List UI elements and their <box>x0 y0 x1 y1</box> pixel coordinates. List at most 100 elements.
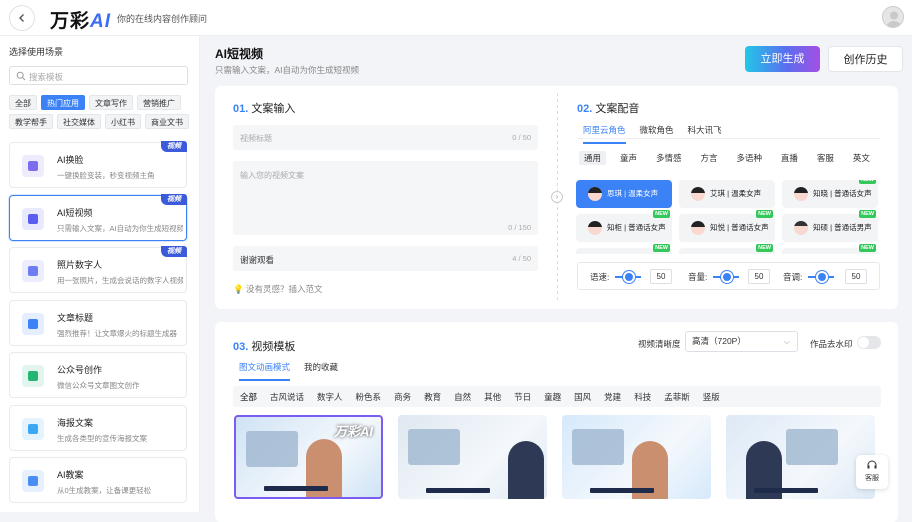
scene-card[interactable]: 文章标题 强烈推荐！让文章爆火的标题生成器 <box>9 299 187 346</box>
scene-tag[interactable]: 营销推广 <box>137 95 181 110</box>
graduation-cap-icon <box>22 470 44 492</box>
template-category[interactable]: 粉色系 <box>352 391 391 403</box>
search-input[interactable]: 搜索模板 <box>9 66 188 85</box>
generate-button[interactable]: 立即生成 <box>745 46 820 72</box>
voice-provider-tab[interactable]: 微软角色 <box>640 124 674 144</box>
speed-slider-knob[interactable] <box>623 271 635 283</box>
voice-option[interactable]: 思琪 | 温柔女声 <box>576 180 672 208</box>
template-mode-tab[interactable]: 图文动画模式 <box>239 361 291 381</box>
voice-option[interactable]: 知晓 | 普通话女声 NEW <box>782 180 878 208</box>
title-icon <box>22 312 44 335</box>
speed-value[interactable]: 50 <box>650 269 672 284</box>
collapse-toggle[interactable]: › <box>551 191 563 203</box>
template-category[interactable]: 国风 <box>570 391 600 403</box>
template-category[interactable]: 竖版 <box>699 391 729 403</box>
scene-card[interactable]: 照片数字人 用一张照片，生成会说话的数字人视频 视频 <box>9 246 187 293</box>
scene-card[interactable]: AI换脸 一键换脸变装，秒变视频主角 视频 <box>9 141 187 188</box>
voice-option[interactable]: NEW <box>679 244 775 254</box>
watermark-toggle[interactable] <box>857 336 881 349</box>
scene-tag[interactable]: 全部 <box>9 95 37 110</box>
template-category[interactable]: 科技 <box>630 391 660 403</box>
template-category[interactable]: 数字人 <box>313 391 352 403</box>
insert-sample-link[interactable]: 💡 没有灵感？插入范文 <box>233 283 322 295</box>
customer-service-label: 客服 <box>865 475 879 482</box>
voice-type-tab[interactable]: 通用 <box>579 151 607 165</box>
thumbnail-caption-bar <box>590 488 654 493</box>
video-title-placeholder: 视频标题 <box>240 134 272 143</box>
template-category[interactable]: 童趣 <box>540 391 570 403</box>
speed-label: 语速: <box>590 272 610 282</box>
scene-card[interactable]: 公众号创作 微信公众号文章图文创作 <box>9 352 187 398</box>
scene-card[interactable]: AI教案从0生成教案，让备课更轻松 <box>9 457 187 503</box>
voice-name: 艾琪 | 温柔女声 <box>710 189 762 198</box>
thumbnail-caption-bar <box>264 486 328 491</box>
voice-type-tab[interactable]: 英文 <box>848 151 875 165</box>
ending-field[interactable]: 谢谢观看 4 / 50 <box>233 246 538 271</box>
scene-card[interactable]: 海报文案 生成各类型的宣传海报文案 <box>9 404 187 451</box>
scene-tag[interactable]: 热门应用 <box>41 95 85 110</box>
voice-provider-tab[interactable]: 科大讯飞 <box>688 124 722 144</box>
video-title-field[interactable]: 视频标题 0 / 50 <box>233 125 538 150</box>
video-body-field[interactable]: 输入您的视频文案 0 / 150 <box>233 161 538 235</box>
pitch-slider-knob[interactable] <box>816 271 828 283</box>
scene-card-desc: 用一张照片，生成会说话的数字人视频 <box>57 276 183 285</box>
scene-card-title: 海报文案 <box>57 417 94 428</box>
voice-type-tab[interactable]: 直播 <box>776 151 803 165</box>
sidebar-title: 选择使用场景 <box>9 47 64 57</box>
scene-tag[interactable]: 文章写作 <box>89 95 133 110</box>
scene-card[interactable]: AI短视频 只需输入文案，AI自动为你生成短视频 视频 <box>9 193 187 241</box>
template-category[interactable]: 党建 <box>600 391 630 403</box>
face-swap-icon <box>22 155 44 177</box>
volume-value[interactable]: 50 <box>748 269 770 284</box>
template-category[interactable]: 孟菲斯 <box>660 391 699 403</box>
voice-type-tab[interactable]: 方言 <box>695 151 722 165</box>
template-category[interactable]: 商务 <box>390 391 420 403</box>
voice-option[interactable]: 艾琪 | 温柔女声 <box>679 180 775 208</box>
voice-option[interactable]: NEW <box>576 244 672 254</box>
voice-type-tab[interactable]: 多情感 <box>651 151 687 165</box>
voice-option[interactable]: NEW <box>782 244 878 254</box>
template-category[interactable]: 全部 <box>236 391 266 403</box>
template-category[interactable]: 教育 <box>420 391 450 403</box>
voice-name: 思琪 | 温柔女声 <box>607 189 659 198</box>
voice-type-tab[interactable]: 多语种 <box>731 151 767 165</box>
history-button[interactable]: 创作历史 <box>828 46 903 72</box>
scene-card-title: AI教案 <box>57 470 84 480</box>
template-thumbnail[interactable] <box>562 415 711 499</box>
scene-tag[interactable]: 商业文书 <box>145 114 189 129</box>
template-category[interactable]: 古风说话 <box>266 391 313 403</box>
voice-option[interactable]: 知硕 | 普通话男声 NEW <box>782 210 878 242</box>
voice-provider-tabs: 阿里云角色 微软角色 科大讯飞 <box>583 124 736 144</box>
pitch-label: 音调: <box>783 272 803 282</box>
pitch-value[interactable]: 50 <box>845 269 867 284</box>
voice-type-tab[interactable]: 客服 <box>812 151 839 165</box>
scene-tag[interactable]: 社交媒体 <box>57 114 101 129</box>
voice-type-tab[interactable]: 童声 <box>615 151 642 165</box>
user-avatar[interactable] <box>882 6 904 28</box>
template-thumbnail[interactable]: 万彩AI <box>234 415 383 499</box>
template-category[interactable]: 自然 <box>450 391 480 403</box>
scene-tag[interactable]: 教学帮手 <box>9 114 53 129</box>
quality-select[interactable]: 高清（720P） ⌵ <box>685 331 798 352</box>
voice-option[interactable]: 知柜 | 普通话女声 NEW <box>576 210 672 242</box>
scene-card-desc: 从0生成教案，让备课更轻松 <box>57 486 152 495</box>
logo[interactable]: 万彩AI <box>50 6 111 33</box>
video-title-count: 0 / 50 <box>512 133 531 142</box>
template-thumbnail[interactable] <box>398 415 547 499</box>
customer-service-button[interactable]: 客服 <box>856 455 888 489</box>
voice-option[interactable]: 知悦 | 普通话女声 NEW <box>679 210 775 242</box>
voice-provider-tab[interactable]: 阿里云角色 <box>583 124 626 144</box>
new-badge: NEW <box>653 244 670 252</box>
thumbnail-screen <box>786 429 838 465</box>
template-mode-tab[interactable]: 我的收藏 <box>304 361 338 381</box>
voice-avatar <box>691 221 705 235</box>
watermark-label: 作品去水印 <box>810 339 853 349</box>
back-button[interactable] <box>9 5 35 31</box>
quality-label: 视频清晰度 <box>638 339 681 349</box>
search-icon <box>16 71 26 81</box>
scene-tag[interactable]: 小红书 <box>105 114 141 129</box>
volume-slider-knob[interactable] <box>721 271 733 283</box>
template-category[interactable]: 其他 <box>480 391 510 403</box>
template-category[interactable]: 节日 <box>510 391 540 403</box>
template-thumbnail[interactable] <box>726 415 875 499</box>
